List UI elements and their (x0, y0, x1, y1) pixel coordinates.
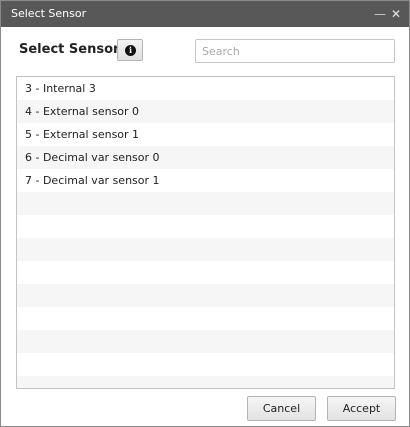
minimize-icon[interactable]: — (374, 1, 386, 27)
list-item[interactable]: 6 - Decimal var sensor 0 (17, 146, 394, 169)
cancel-button[interactable]: Cancel (247, 396, 316, 421)
close-icon[interactable]: ✕ (391, 1, 401, 27)
info-icon: i (125, 45, 136, 56)
empty-row (17, 215, 394, 238)
search-input[interactable] (195, 39, 395, 63)
empty-row (17, 353, 394, 376)
list-item[interactable]: 7 - Decimal var sensor 1 (17, 169, 394, 192)
title-bar[interactable]: Select Sensor — ✕ (1, 1, 409, 27)
list-item[interactable]: 5 - External sensor 1 (17, 123, 394, 146)
empty-row (17, 192, 394, 215)
list-item[interactable]: 3 - Internal 3 (17, 77, 394, 100)
dialog-heading: Select Sensor (19, 42, 120, 57)
empty-row (17, 330, 394, 353)
info-button[interactable]: i (117, 39, 143, 61)
empty-row (17, 261, 394, 284)
empty-row (17, 376, 394, 388)
empty-row (17, 284, 394, 307)
accept-button[interactable]: Accept (327, 396, 396, 421)
empty-row (17, 307, 394, 330)
list-item[interactable]: 4 - External sensor 0 (17, 100, 394, 123)
window-title: Select Sensor (11, 7, 87, 20)
select-sensor-dialog: Select Sensor — ✕ Select Sensor i 3 - In… (0, 0, 410, 427)
sensor-list[interactable]: 3 - Internal 3 4 - External sensor 0 5 -… (16, 76, 395, 389)
empty-row (17, 238, 394, 261)
